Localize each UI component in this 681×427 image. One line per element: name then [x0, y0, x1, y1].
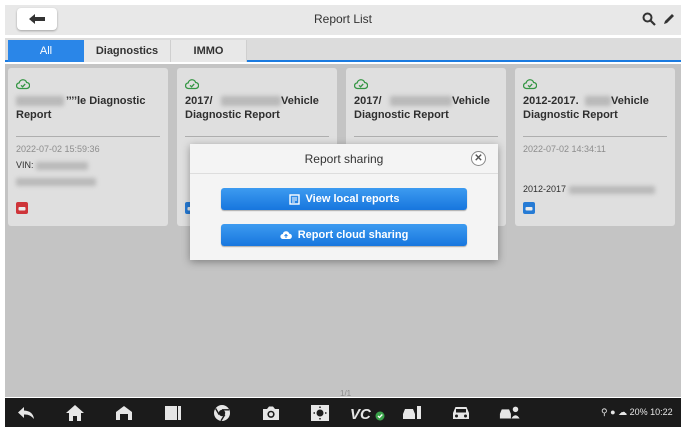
dialog-header: Report sharing ✕ [190, 144, 498, 174]
page-indicator: 1/1 [340, 389, 352, 398]
close-icon[interactable]: ✕ [471, 151, 486, 166]
status-text: 20% 10:22 [629, 407, 673, 417]
status-bar: ⚲ ● ☁ 20% 10:22 [601, 407, 673, 418]
display-brightness-icon[interactable] [309, 402, 331, 424]
report-list-screen: Report List All Diagnostics IMMO ’’’’le … [0, 0, 681, 427]
edit-pencil-icon[interactable] [661, 11, 677, 27]
back-icon[interactable] [15, 402, 37, 424]
search-icon[interactable] [641, 11, 657, 27]
dialog-title: Report sharing [304, 152, 384, 166]
view-local-reports-label: View local reports [305, 193, 400, 205]
top-bar: Report List [5, 5, 681, 35]
tab-all[interactable]: All [8, 40, 84, 62]
cloud-upload-icon [280, 231, 292, 240]
bluetooth-icon: ● [610, 407, 616, 417]
recent-apps-icon[interactable] [162, 402, 184, 424]
garage-icon[interactable] [113, 402, 135, 424]
camera-icon[interactable] [260, 402, 282, 424]
report-sharing-dialog: Report sharing ✕ View local reports Repo… [190, 144, 498, 260]
location-icon: ⚲ [601, 407, 608, 417]
user-car-icon[interactable] [499, 402, 521, 424]
vci-icon[interactable]: VC [350, 402, 388, 424]
page-title: Report List [313, 12, 373, 26]
report-cloud-sharing-label: Report cloud sharing [297, 229, 409, 241]
tab-immo[interactable]: IMMO [171, 40, 247, 62]
svg-text:VC: VC [350, 406, 372, 422]
view-local-reports-button[interactable]: View local reports [221, 188, 467, 210]
system-nav-bar: VC ⚲ ● ☁ 20% 10:22 [5, 398, 681, 427]
car-icon[interactable] [450, 402, 472, 424]
tab-bar: All Diagnostics IMMO [5, 38, 681, 62]
wifi-icon: ☁ [618, 407, 628, 417]
report-cloud-sharing-button[interactable]: Report cloud sharing [221, 224, 467, 246]
tab-diagnostics[interactable]: Diagnostics [84, 40, 171, 62]
local-report-icon [288, 193, 300, 205]
browser-icon[interactable] [211, 402, 233, 424]
vehicle-connection-icon[interactable] [401, 402, 423, 424]
home-icon[interactable] [64, 402, 86, 424]
